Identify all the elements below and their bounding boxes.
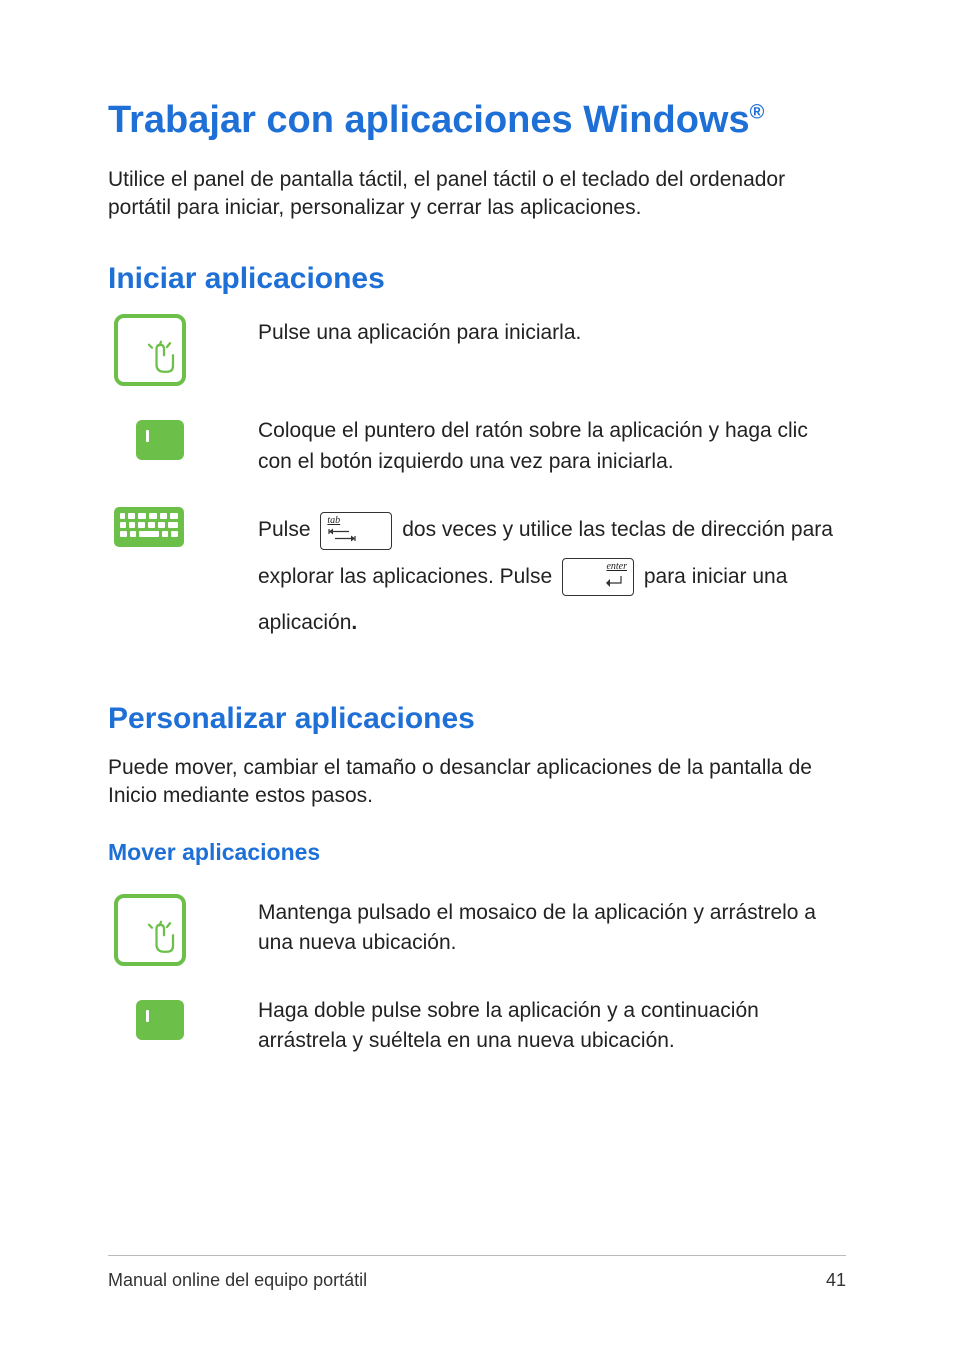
registered-mark: ® — [750, 101, 765, 123]
move-touch-text: Mantenga pulsado el mosaico de la aplica… — [258, 894, 846, 959]
launch-keyboard-row: Pulse tab dos veces y utilice las teclas… — [108, 503, 846, 646]
tab-key-icon: tab — [320, 512, 392, 550]
kbd-period: . — [351, 611, 357, 634]
touchpad-icon — [136, 1000, 184, 1040]
touchscreen-icon — [114, 314, 186, 386]
touchpad-icon — [136, 420, 184, 460]
launch-touch-text: Pulse una aplicación para iniciarla. — [258, 314, 846, 348]
launch-touch-row: Pulse una aplicación para iniciarla. — [108, 314, 846, 386]
launch-pad-row: Coloque el puntero del ratón sobre la ap… — [108, 412, 846, 477]
intro-paragraph: Utilice el panel de pantalla táctil, el … — [108, 166, 846, 223]
enter-key-icon: enter — [562, 558, 634, 596]
enter-key-label: enter — [606, 562, 627, 572]
customize-intro: Puede mover, cambiar el tamaño o desancl… — [108, 754, 846, 811]
page-footer: Manual online del equipo portátil 41 — [108, 1255, 846, 1291]
move-pad-row: Haga doble pulse sobre la aplicación y a… — [108, 992, 846, 1057]
tab-key-label: tab — [327, 516, 340, 526]
section-launch-heading: Iniciar aplicaciones — [108, 262, 846, 296]
page-heading: Trabajar con aplicaciones Windows® — [108, 100, 846, 142]
footer-title: Manual online del equipo portátil — [108, 1270, 367, 1291]
page-number: 41 — [826, 1270, 846, 1291]
move-touch-row: Mantenga pulsado el mosaico de la aplica… — [108, 894, 846, 966]
subsection-move-heading: Mover aplicaciones — [108, 839, 846, 866]
touchscreen-icon — [114, 894, 186, 966]
keyboard-icon — [114, 507, 184, 547]
kbd-pre: Pulse — [258, 518, 316, 541]
launch-keyboard-text: Pulse tab dos veces y utilice las teclas… — [258, 503, 846, 646]
section-customize-heading: Personalizar aplicaciones — [108, 702, 846, 736]
heading-text: Trabajar con aplicaciones Windows — [108, 99, 750, 141]
launch-pad-text: Coloque el puntero del ratón sobre la ap… — [258, 412, 846, 477]
move-pad-text: Haga doble pulse sobre la aplicación y a… — [258, 992, 846, 1057]
